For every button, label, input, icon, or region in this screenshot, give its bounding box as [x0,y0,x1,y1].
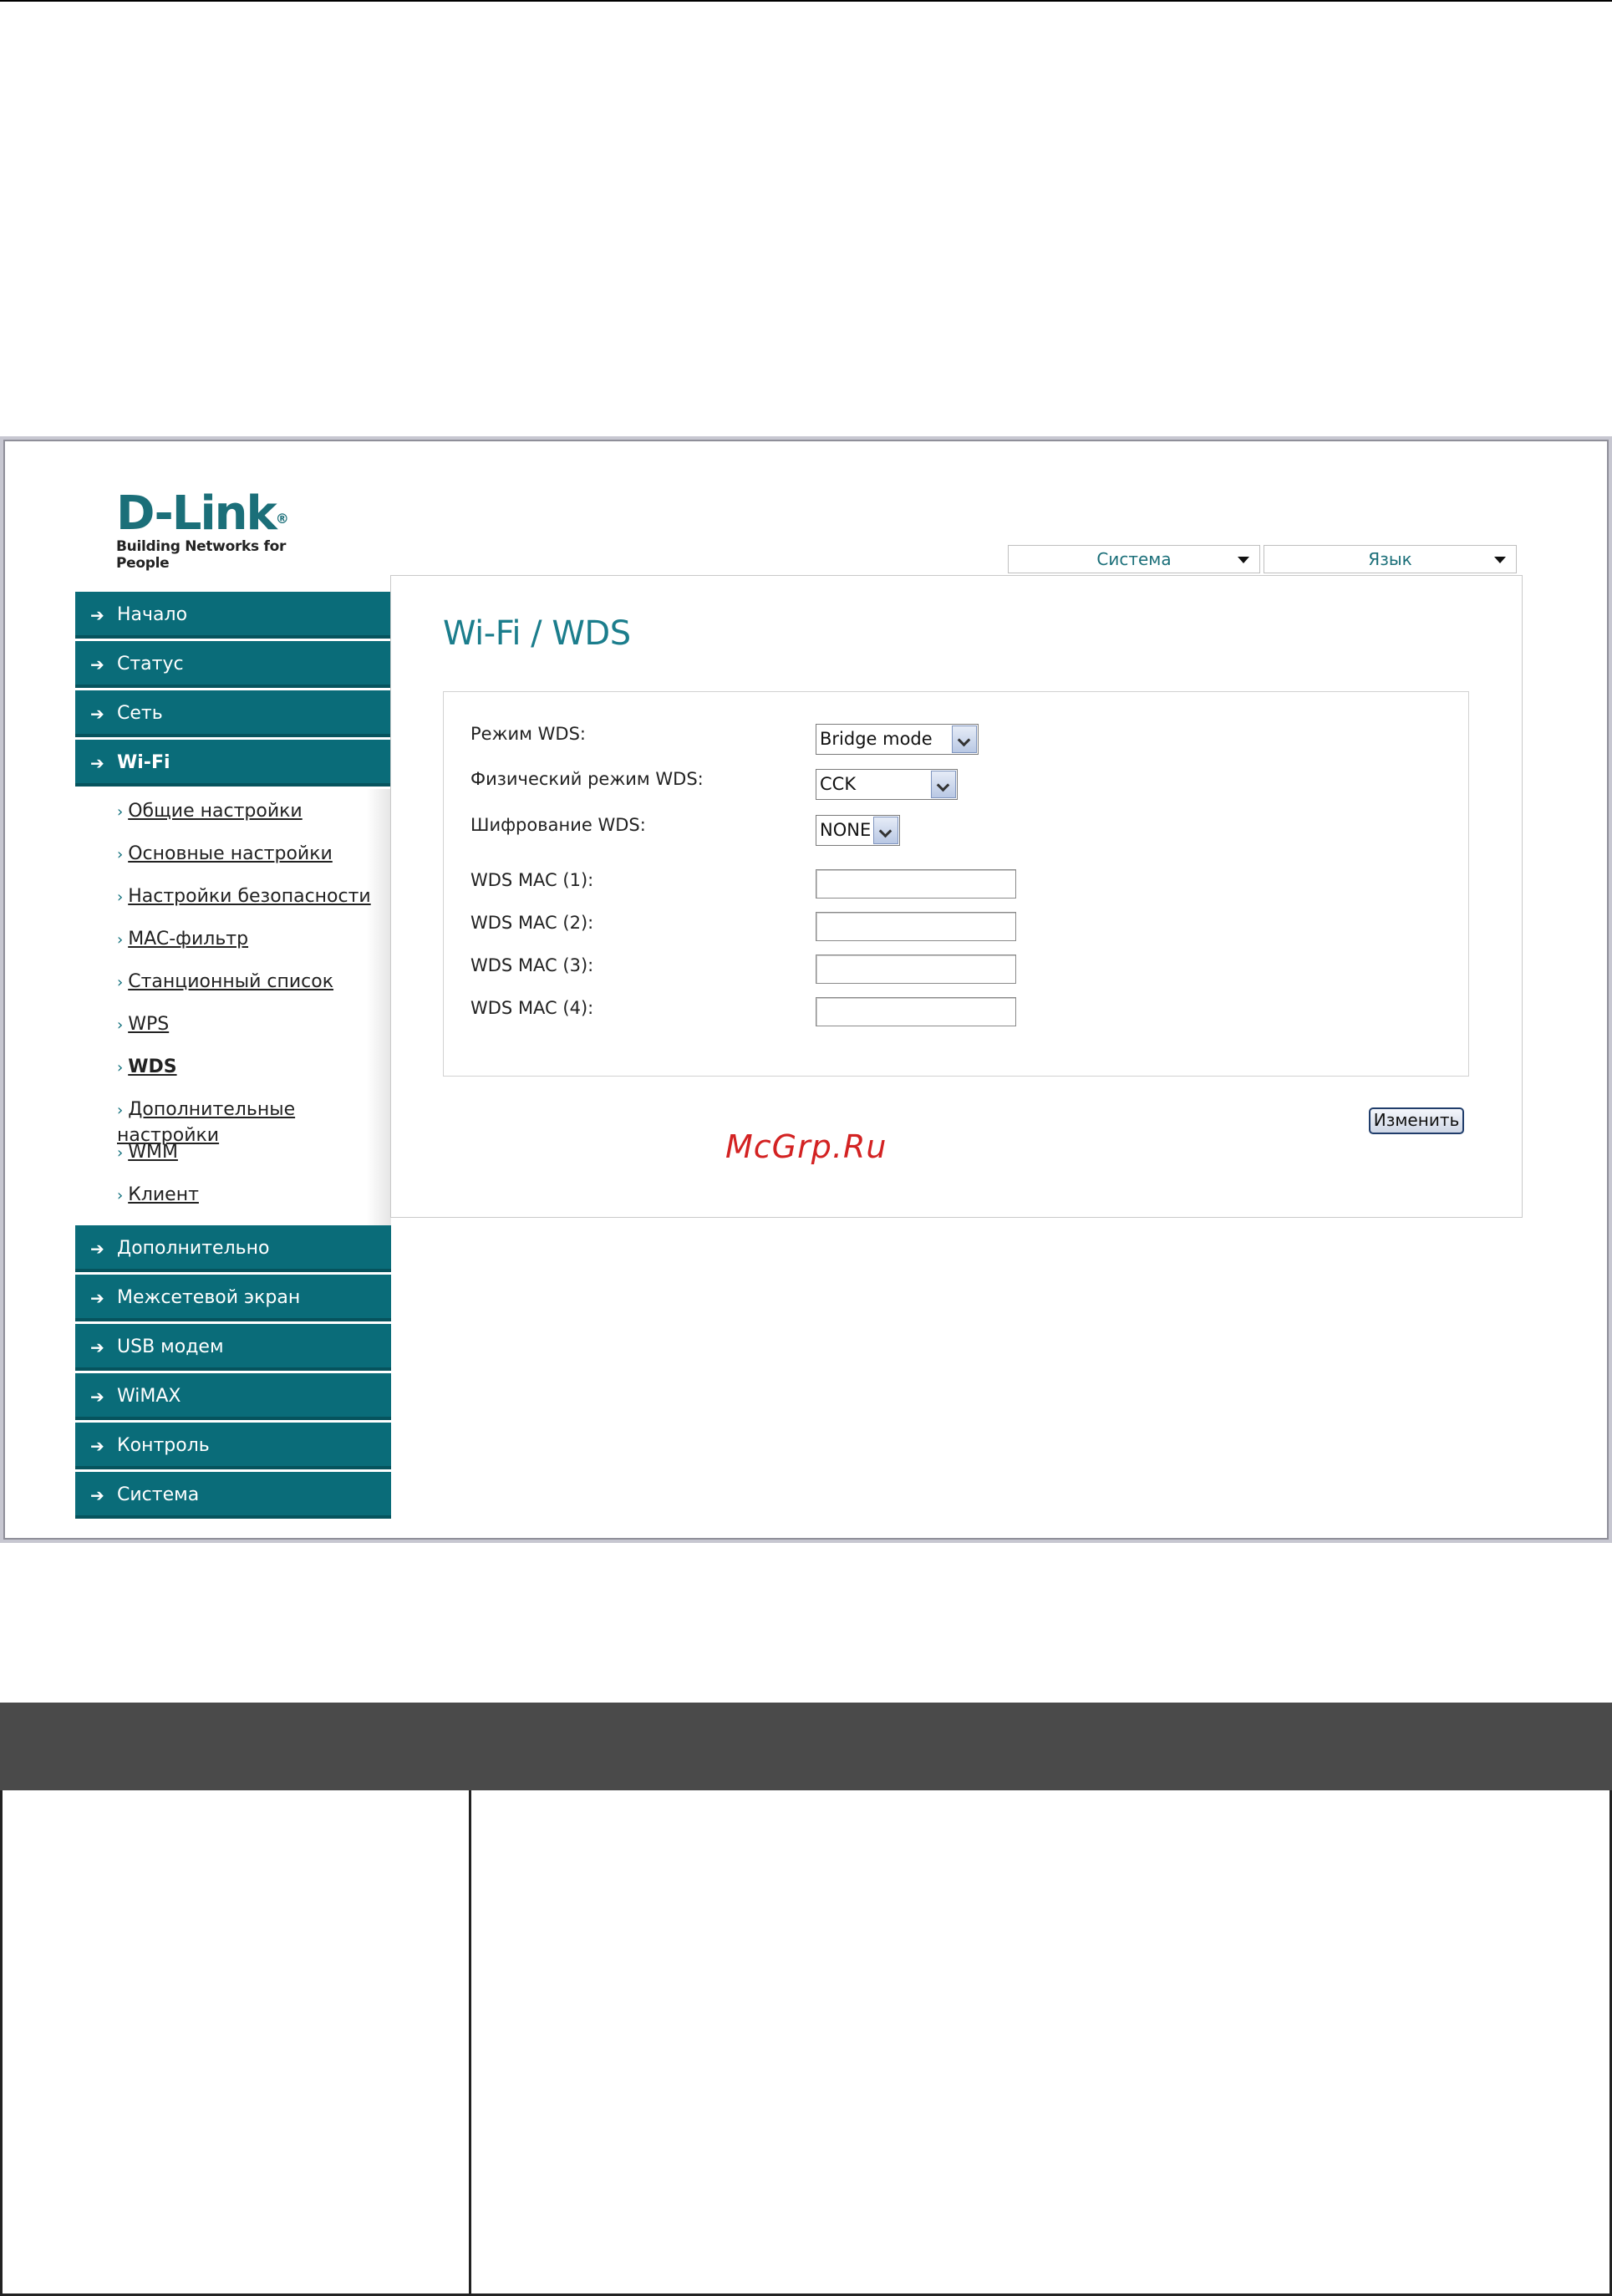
bullet-icon: › [117,1016,124,1034]
phy-mode-select[interactable]: CCK [816,769,958,800]
arrow-right-icon: ➔ [90,1387,104,1407]
chevron-down-icon [1238,557,1249,563]
bullet-icon: › [117,1187,124,1204]
wds-mac2-label: WDS MAC (2): [470,913,594,933]
sidebar-item-firewall[interactable]: ➔ Межсетевой экран [75,1275,391,1321]
bullet-icon: › [117,888,124,906]
submenu-item-label: Настройки безопасности [128,886,371,907]
bullet-icon: › [117,846,124,863]
encryption-value: NONE [820,820,872,840]
wds-mac3-label: WDS MAC (3): [470,955,594,975]
sidebar-item-label: Система [117,1484,200,1505]
sidebar-item-label: Wi-Fi [117,752,170,773]
encryption-label: Шифрование WDS: [470,815,646,835]
arrow-right-icon: ➔ [90,654,104,675]
sidebar-item-label: Межсетевой экран [117,1287,301,1308]
sidebar-item-usb-modem[interactable]: ➔ USB модем [75,1324,391,1371]
language-menu[interactable]: Язык [1264,545,1517,573]
sidebar-item-system[interactable]: ➔ Система [75,1472,391,1519]
table-column-divider [469,1790,471,2293]
bullet-icon: › [117,803,124,821]
arrow-right-icon: ➔ [90,753,104,773]
submenu-item-mac-filter[interactable]: › MAC-фильтр [117,927,248,953]
submenu-item-security[interactable]: › Настройки безопасности [117,884,371,910]
wds-mac4-label: WDS MAC (4): [470,998,594,1018]
phy-mode-value: CCK [820,774,857,794]
sidebar-item-status[interactable]: ➔ Статус [75,641,391,688]
arrow-right-icon: ➔ [90,1436,104,1456]
chevron-down-icon [873,817,898,844]
chevron-down-icon [952,725,977,753]
sidebar-item-home[interactable]: ➔ Начало [75,592,391,639]
submenu-item-label: Клиент [128,1184,199,1205]
sidebar-item-wifi[interactable]: ➔ Wi-Fi [75,740,391,787]
arrow-right-icon: ➔ [90,1239,104,1259]
wds-mac4-input[interactable] [816,997,1016,1026]
bullet-icon: › [117,974,124,991]
sidebar-item-label: WiMAX [117,1386,181,1407]
arrow-right-icon: ➔ [90,1288,104,1308]
wds-mode-value: Bridge mode [820,729,933,749]
arrow-right-icon: ➔ [90,1337,104,1357]
submenu-item-basic[interactable]: › Основные настройки [117,842,333,868]
wds-mac3-input[interactable] [816,955,1016,984]
submenu-item-label: WDS [128,1056,177,1077]
wds-mac1-label: WDS MAC (1): [470,870,594,890]
watermark: McGrp.Ru [725,1128,887,1165]
arrow-right-icon: ➔ [90,605,104,625]
submenu-item-wds[interactable]: › WDS [117,1055,177,1081]
submenu-item-label: Основные настройки [128,843,333,864]
system-menu[interactable]: Система [1008,545,1260,573]
wds-settings-form: Режим WDS: Bridge mode Физический режим … [443,691,1469,1077]
submenu-item-label: WPS [128,1014,170,1035]
table-header-row [0,1703,1612,1790]
page-title: Wi-Fi / WDS [443,614,631,653]
bullet-icon: › [117,1144,124,1162]
submenu-item-label: Общие настройки [128,801,303,822]
submenu-item-wmm[interactable]: › WMM [117,1140,178,1166]
submenu-item-label: Станционный список [128,971,334,992]
wds-mac1-input[interactable] [816,869,1016,899]
bullet-icon: › [117,1059,124,1077]
submenu-item-general[interactable]: › Общие настройки [117,799,303,825]
logo-brand: D-Link® [116,486,289,541]
table-body [0,1790,1612,2296]
dlink-logo: D-Link® Building Networks for People [116,486,333,573]
page: D-Link® Building Networks for People Сис… [0,0,1612,2296]
bullet-icon: › [117,931,124,949]
wds-mode-select[interactable]: Bridge mode [816,724,979,755]
submenu-item-label: Дополнительные настройки [117,1099,296,1146]
wds-mode-label: Режим WDS: [470,724,587,744]
submenu-item-client[interactable]: › Клиент [117,1183,199,1209]
submenu-item-label: WMM [128,1142,178,1163]
sidebar-item-label: Дополнительно [117,1238,270,1259]
arrow-right-icon: ➔ [90,704,104,724]
sidebar-item-label: USB модем [117,1336,224,1357]
sidebar-item-wimax[interactable]: ➔ WiMAX [75,1373,391,1420]
bullet-icon: › [117,1102,124,1119]
system-menu-label: Система [1096,549,1172,569]
chevron-down-icon [1494,557,1506,563]
sidebar-item-advanced[interactable]: ➔ Дополнительно [75,1225,391,1272]
sidebar-item-control[interactable]: ➔ Контроль [75,1423,391,1469]
logo-tagline: Building Networks for People [116,538,287,572]
sidebar-item-label: Статус [117,654,184,675]
wds-mac2-input[interactable] [816,912,1016,941]
sidebar-item-label: Сеть [117,703,163,724]
submenu-item-label: MAC-фильтр [128,929,249,949]
encryption-select[interactable]: NONE [816,815,900,846]
arrow-right-icon: ➔ [90,1485,104,1505]
submenu-item-station-list[interactable]: › Станционный список [117,970,333,995]
sidebar-item-label: Контроль [117,1435,210,1456]
top-rule [0,0,1612,2]
chevron-down-icon [931,771,956,798]
submenu-item-wps[interactable]: › WPS [117,1012,169,1038]
phy-mode-label: Физический режим WDS: [470,769,704,789]
save-button[interactable]: Изменить [1369,1107,1464,1134]
sidebar-item-network[interactable]: ➔ Сеть [75,690,391,737]
language-menu-label: Язык [1368,549,1412,569]
content-panel: Wi-Fi / WDS Режим WDS: Bridge mode Физич… [390,575,1523,1218]
sidebar-item-label: Начало [117,604,188,625]
